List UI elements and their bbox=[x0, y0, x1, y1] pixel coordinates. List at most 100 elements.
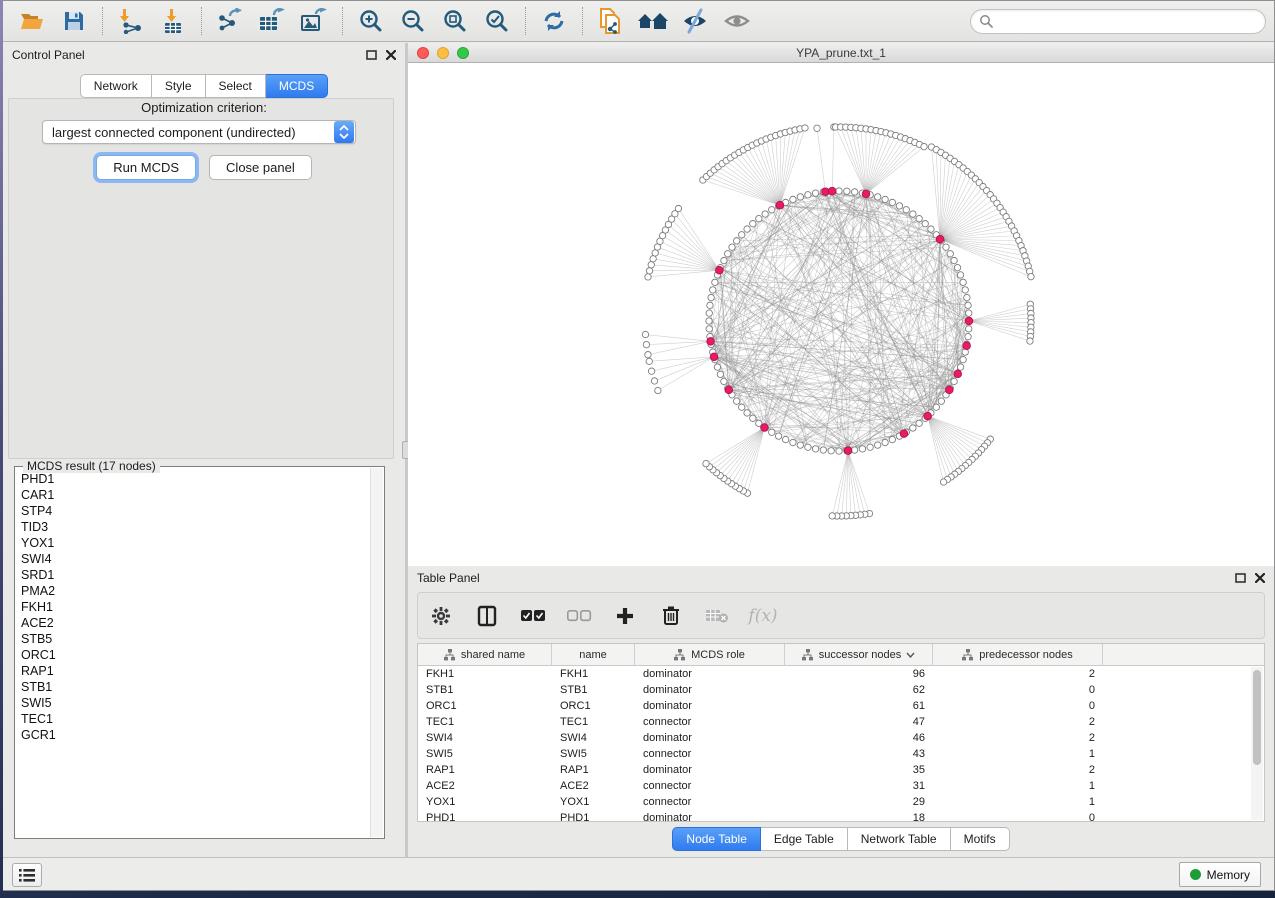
table-row[interactable]: YOX1YOX1connector291 bbox=[418, 794, 1264, 810]
mcds-result-item[interactable]: GCR1 bbox=[21, 727, 370, 743]
select-all-button[interactable] bbox=[520, 603, 546, 629]
deselect-all-button[interactable] bbox=[566, 603, 592, 629]
column-predecessor-nodes[interactable]: predecessor nodes bbox=[933, 644, 1103, 665]
table-toolbar: f(x) bbox=[417, 592, 1265, 639]
table-cell: STB1 bbox=[418, 684, 552, 696]
mcds-result-item[interactable]: ACE2 bbox=[21, 615, 370, 631]
hide-selected-button[interactable] bbox=[678, 5, 712, 37]
table-row[interactable]: FKH1FKH1dominator962 bbox=[418, 666, 1264, 682]
column-shared-name[interactable]: shared name bbox=[418, 644, 552, 665]
zoom-selected-button[interactable] bbox=[480, 5, 514, 37]
mcds-result-item[interactable]: YOX1 bbox=[21, 535, 370, 551]
control-panel-title: Control Panel bbox=[12, 48, 85, 62]
table-cell: ORC1 bbox=[418, 700, 552, 712]
mcds-result-item[interactable]: PMA2 bbox=[21, 583, 370, 599]
table-panel-header: Table Panel bbox=[408, 566, 1274, 590]
tab-node-table[interactable]: Node Table bbox=[672, 827, 761, 851]
zoom-fit-button[interactable] bbox=[438, 5, 472, 37]
table-row[interactable]: TEC1TEC1connector472 bbox=[418, 714, 1264, 730]
table-cell: 2 bbox=[933, 668, 1103, 680]
import-table-button[interactable] bbox=[156, 5, 190, 37]
table-cell: connector bbox=[635, 796, 785, 808]
table-scrollbar-thumb[interactable] bbox=[1253, 670, 1261, 765]
tab-motifs[interactable]: Motifs bbox=[951, 827, 1010, 851]
tab-style[interactable]: Style bbox=[152, 74, 206, 98]
network-graph[interactable] bbox=[408, 63, 1272, 566]
result-list-scrollbar[interactable] bbox=[370, 468, 383, 837]
zoom-out-button[interactable] bbox=[396, 5, 430, 37]
list-icon bbox=[19, 869, 35, 882]
mcds-result-item[interactable]: STP4 bbox=[21, 503, 370, 519]
float-panel-icon[interactable] bbox=[366, 50, 377, 60]
shared-column-icon bbox=[802, 649, 814, 661]
table-row[interactable]: SWI4SWI4dominator462 bbox=[418, 730, 1264, 746]
duplicate-network-button[interactable] bbox=[594, 5, 628, 37]
control-panel: Control Panel Network Style Select MCDS … bbox=[3, 43, 405, 857]
mcds-result-item[interactable]: SWI4 bbox=[21, 551, 370, 567]
float-table-panel-icon[interactable] bbox=[1235, 573, 1246, 583]
mcds-result-item[interactable]: CAR1 bbox=[21, 487, 370, 503]
table-row[interactable]: PHD1PHD1dominator180 bbox=[418, 810, 1264, 821]
export-image-icon bbox=[300, 8, 328, 34]
table-row[interactable]: RAP1RAP1dominator352 bbox=[418, 762, 1264, 778]
show-columns-button[interactable] bbox=[474, 603, 500, 629]
close-panel-icon[interactable] bbox=[386, 50, 396, 60]
delete-table-button[interactable] bbox=[704, 603, 730, 629]
close-panel-button[interactable]: Close panel bbox=[209, 155, 312, 180]
table-cell: dominator bbox=[635, 732, 785, 744]
network-view-titlebar[interactable]: YPA_prune.txt_1 bbox=[408, 43, 1274, 63]
table-row[interactable]: STB1STB1dominator620 bbox=[418, 682, 1264, 698]
export-network-button[interactable] bbox=[213, 5, 247, 37]
criterion-selected-value: largest connected component (undirected) bbox=[43, 125, 334, 140]
criterion-select[interactable]: largest connected component (undirected) bbox=[42, 120, 356, 144]
table-settings-button[interactable] bbox=[428, 603, 454, 629]
table-row[interactable]: ORC1ORC1dominator610 bbox=[418, 698, 1264, 714]
table-row[interactable]: ACE2ACE2connector311 bbox=[418, 778, 1264, 794]
tab-select[interactable]: Select bbox=[206, 74, 266, 98]
mcds-result-list[interactable]: PHD1CAR1STP4TID3YOX1SWI4SRD1PMA2FKH1ACE2… bbox=[21, 471, 370, 836]
task-history-button[interactable] bbox=[12, 863, 42, 887]
mcds-result-item[interactable]: STB5 bbox=[21, 631, 370, 647]
tab-network[interactable]: Network bbox=[80, 74, 152, 98]
column-name[interactable]: name bbox=[552, 644, 635, 665]
show-all-button[interactable] bbox=[720, 5, 754, 37]
eye-icon bbox=[723, 8, 751, 34]
zoom-in-button[interactable] bbox=[354, 5, 388, 37]
mcds-result-item[interactable]: TID3 bbox=[21, 519, 370, 535]
mcds-result-item[interactable]: TEC1 bbox=[21, 711, 370, 727]
import-network-button[interactable] bbox=[114, 5, 148, 37]
export-table-button[interactable] bbox=[255, 5, 289, 37]
mcds-result-item[interactable]: SWI5 bbox=[21, 695, 370, 711]
table-scrollbar[interactable] bbox=[1251, 667, 1263, 820]
table-cell: PHD1 bbox=[552, 812, 635, 821]
network-view-title: YPA_prune.txt_1 bbox=[408, 46, 1274, 60]
network-canvas[interactable] bbox=[408, 63, 1274, 566]
function-builder-button[interactable]: f(x) bbox=[750, 603, 776, 629]
export-image-button[interactable] bbox=[297, 5, 331, 37]
neighborhood-button[interactable] bbox=[636, 5, 670, 37]
save-session-button[interactable] bbox=[57, 5, 91, 37]
refresh-layout-button[interactable] bbox=[537, 5, 571, 37]
search-input[interactable] bbox=[998, 14, 1257, 28]
mcds-result-item[interactable]: PHD1 bbox=[21, 471, 370, 487]
table-row[interactable]: SWI5SWI5connector431 bbox=[418, 746, 1264, 762]
node-table-body[interactable]: FKH1FKH1dominator962STB1STB1dominator620… bbox=[418, 666, 1264, 821]
mcds-result-item[interactable]: ORC1 bbox=[21, 647, 370, 663]
close-table-panel-icon[interactable] bbox=[1255, 573, 1265, 583]
column-mcds-role[interactable]: MCDS role bbox=[635, 644, 785, 665]
mcds-result-item[interactable]: RAP1 bbox=[21, 663, 370, 679]
column-successor-nodes[interactable]: successor nodes bbox=[785, 644, 933, 665]
tab-edge-table[interactable]: Edge Table bbox=[761, 827, 848, 851]
table-cell: RAP1 bbox=[552, 764, 635, 776]
add-row-button[interactable] bbox=[612, 603, 638, 629]
delete-row-button[interactable] bbox=[658, 603, 684, 629]
open-session-button[interactable] bbox=[15, 5, 49, 37]
search-field[interactable] bbox=[970, 9, 1266, 34]
tab-network-table[interactable]: Network Table bbox=[848, 827, 951, 851]
tab-mcds[interactable]: MCDS bbox=[266, 74, 328, 98]
run-mcds-button[interactable]: Run MCDS bbox=[96, 155, 196, 180]
mcds-result-item[interactable]: FKH1 bbox=[21, 599, 370, 615]
mcds-result-item[interactable]: SRD1 bbox=[21, 567, 370, 583]
mcds-result-item[interactable]: STB1 bbox=[21, 679, 370, 695]
memory-button[interactable]: Memory bbox=[1179, 862, 1261, 887]
